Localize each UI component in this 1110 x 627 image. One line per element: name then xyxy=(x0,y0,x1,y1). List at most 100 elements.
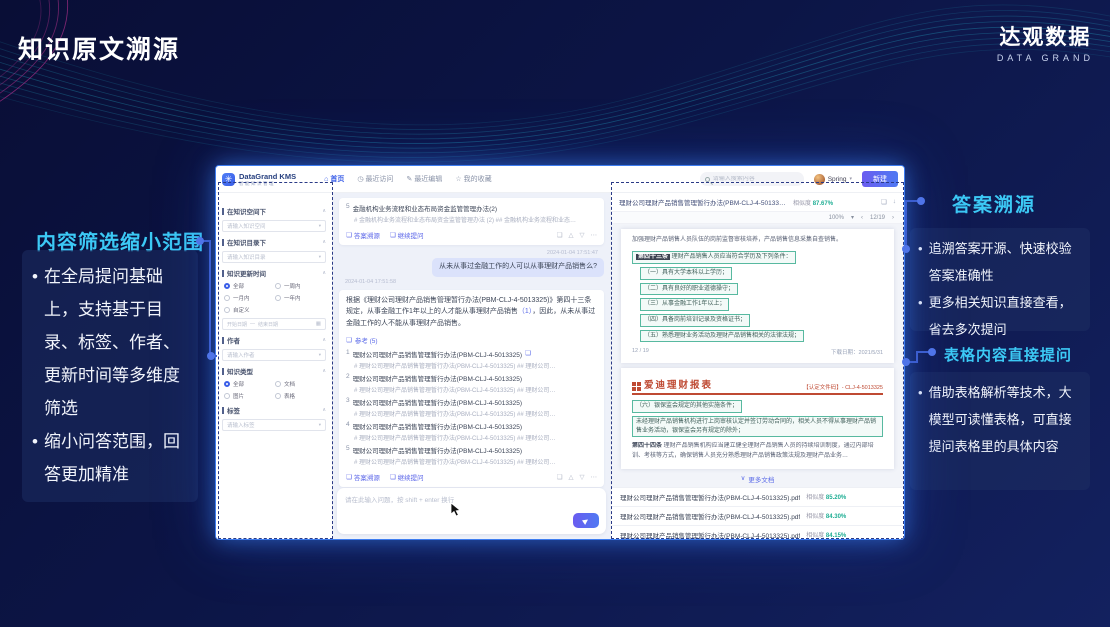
reference-item[interactable]: 2 理财公司理财产品销售管理暂行办法(PBM-CLJ-4-5013325) ❏ … xyxy=(346,373,597,394)
radio-type-all[interactable]: 全部 xyxy=(224,380,275,388)
reference-item[interactable]: 4 理财公司理财产品销售管理暂行办法(PBM-CLJ-4-5013325) ❏ … xyxy=(346,421,597,442)
search-box[interactable] xyxy=(700,172,804,186)
related-document-row[interactable]: 理财公司理财产品销售管理暂行办法(PBM-CLJ-4-5013325).pdf … xyxy=(611,525,904,539)
more-icon[interactable]: ⋯ xyxy=(591,231,598,239)
radio-time-custom[interactable]: 自定义 xyxy=(224,306,275,314)
section-bar xyxy=(222,368,224,375)
nav-recent-visits[interactable]: ◷ 最近访问 xyxy=(357,174,393,184)
radio-time-week[interactable]: 一周内 xyxy=(275,282,326,290)
filter-tag-title: 标签 xyxy=(227,405,240,415)
answer-trace-button[interactable]: ❏ 答案溯源 xyxy=(346,472,380,482)
radio-type-doc[interactable]: 文档 xyxy=(275,380,326,388)
filter-section-space[interactable]: 在知识空间下 ∧ xyxy=(222,206,326,216)
filter-section-catalog[interactable]: 在知识目录下 ∧ xyxy=(222,237,326,247)
calendar-icon: ▦ xyxy=(316,321,321,327)
related-document-row[interactable]: 理财公司理财产品销售管理暂行办法(PBM-CLJ-4-5013325).pdf … xyxy=(611,487,904,506)
document-title[interactable]: 理财公司理财产品销售管理暂行办法(PBM-CLJ-4-5013325).pdf xyxy=(619,197,789,207)
knowledge-space-placeholder: 请输入知识空间 xyxy=(227,222,266,230)
continue-ask-button[interactable]: ❏ 继续提问 xyxy=(390,230,424,240)
continue-icon: ❏ xyxy=(390,473,396,481)
chevron-up-icon: ∧ xyxy=(322,368,326,374)
copy-icon[interactable]: ❏ xyxy=(557,231,563,239)
more-icon[interactable]: ⋯ xyxy=(591,473,598,481)
highlighted-clause-item: （三）从事金融工作1年以上； xyxy=(640,298,729,311)
annotation-panel-answer-trace: • 追溯答案开源、快速校验答案准确性 • 更多相关知识直接查看，省去多次提问 xyxy=(910,228,1090,331)
related-document-row[interactable]: 理财公司理财产品销售管理暂行办法(PBM-CLJ-4-5013325).pdf … xyxy=(611,506,904,525)
zoom-chevron-icon[interactable]: ▾ xyxy=(851,214,854,221)
reference-number: 4 xyxy=(346,421,350,431)
reference-item[interactable]: 5 理财公司理财产品销售管理暂行办法(PBM-CLJ-4-5013325) ❏ … xyxy=(346,445,597,466)
copy-icon[interactable]: ❏ xyxy=(557,473,563,481)
answer-actions: ❏ 答案溯源 ❏ 继续提问 ❏ △ ▽ ⋯ xyxy=(346,472,597,482)
expand-icon[interactable]: ❏ xyxy=(881,198,887,206)
page-indicator: 12/19 xyxy=(870,215,885,221)
filter-section-author[interactable]: 作者 ∧ xyxy=(222,335,326,345)
reference-row[interactable]: 5 金融机构业务流程和业态布局资金监管管理办法(2) xyxy=(346,203,597,213)
bullet-dot: • xyxy=(918,379,923,460)
zoom-level[interactable]: 100% xyxy=(829,215,844,221)
reference-item[interactable]: 1 理财公司理财产品销售管理暂行办法(PBM-CLJ-4-5013325) ❏ … xyxy=(346,349,597,370)
reference-snippet: # 理财公司理财产品销售管理暂行办法(PBM-CLJ-4-5013325) ##… xyxy=(354,457,597,466)
bullet-dot: • xyxy=(918,235,923,289)
annotation-panel-filter: • 在全局提问基础上，支持基于目录、标签、作者、更新时间等多维度筛选 • 缩小问… xyxy=(22,250,198,502)
filter-section-tag[interactable]: 标签 ∧ xyxy=(222,405,326,415)
prev-page-icon[interactable]: ‹ xyxy=(861,215,863,221)
user-menu[interactable]: Spring ▾ xyxy=(814,174,852,185)
chevron-down-icon: ∨ xyxy=(741,474,746,484)
author-select[interactable]: 请输入作者 ▾ xyxy=(222,349,326,361)
citation-link[interactable]: （1） xyxy=(518,308,532,315)
kms-brand-name: DataGrand KMS xyxy=(239,172,296,181)
date-range-input[interactable]: 开始日期 — 结束日期 ▦ xyxy=(222,318,326,330)
radio-time-month[interactable]: 一月内 xyxy=(224,294,275,302)
answer-trace-button[interactable]: ❏ 答案溯源 xyxy=(346,230,380,240)
next-page-icon[interactable]: › xyxy=(892,215,894,221)
radio-type-image[interactable]: 图片 xyxy=(224,392,275,400)
reference-item[interactable]: 3 理财公司理财产品销售管理暂行办法(PBM-CLJ-4-5013325) ❏ … xyxy=(346,397,597,418)
reference-number: 5 xyxy=(346,203,350,213)
chevron-up-icon: ∧ xyxy=(322,270,326,276)
answer-timestamp: 2024-01-04 17:51:58 xyxy=(345,279,598,285)
radio-time-year[interactable]: 一年内 xyxy=(275,294,326,302)
send-button[interactable]: ▶ xyxy=(573,513,599,528)
filter-section-update-time[interactable]: 知识更新时间 ∧ xyxy=(222,268,326,278)
nav-recent-edits[interactable]: ✎ 最近编辑 xyxy=(406,174,442,184)
open-reference-icon[interactable]: ❏ xyxy=(525,349,531,359)
search-input[interactable] xyxy=(713,176,793,182)
edit-icon: ✎ xyxy=(406,175,412,183)
answer-text: 根据《理财公司理财产品销售管理暂行办法(PBM-CLJ-4-5013325)》第… xyxy=(346,295,597,330)
section-bar xyxy=(222,407,224,414)
more-documents-link[interactable]: ∨ 更多文档 xyxy=(611,474,904,484)
letterhead-code: 【认定文件码】- CLJ-4-5013325 xyxy=(803,383,883,391)
document-name: 理财公司理财产品销售管理暂行办法(PBM-CLJ-4-5013325).pdf xyxy=(620,511,800,521)
new-button[interactable]: 新建 xyxy=(862,171,898,187)
radio-type-table[interactable]: 表格 xyxy=(275,392,326,400)
chat-input[interactable]: 请在此输入问题，按 shift + enter 换行 ▶ xyxy=(337,488,606,534)
author-placeholder: 请输入作者 xyxy=(227,351,255,359)
thumbs-up-icon[interactable]: △ xyxy=(569,473,574,481)
trace-icon: ❏ xyxy=(346,473,352,481)
tag-placeholder: 请输入标签 xyxy=(227,421,255,429)
references-label[interactable]: ❏ 参考 (5) xyxy=(346,335,597,345)
bullet-dot: • xyxy=(32,425,38,491)
filter-section-type[interactable]: 知识类型 ∧ xyxy=(222,366,326,376)
annotation-text: 更多相关知识直接查看，省去多次提问 xyxy=(929,289,1084,343)
nav-favorites[interactable]: ☆ 我的收藏 xyxy=(455,174,491,184)
document-name: 理财公司理财产品销售管理暂行办法(PBM-CLJ-4-5013325).pdf xyxy=(620,492,800,502)
send-icon: ▶ xyxy=(581,516,590,526)
thumbs-up-icon[interactable]: △ xyxy=(569,231,574,239)
continue-ask-button[interactable]: ❏ 继续提问 xyxy=(390,472,424,482)
previous-answer-card: 5 金融机构业务流程和业态布局资金监管管理办法(2) # 金融机构业务流程和业态… xyxy=(339,198,604,245)
clause-44-paragraph: 第四十四条 理财产品销售机构应当建立健全理财产品销售人员的持续培训制度，通过内部… xyxy=(632,442,883,461)
download-icon[interactable]: ↓ xyxy=(893,198,896,206)
radio-time-all[interactable]: 全部 xyxy=(224,282,275,290)
nav-home[interactable]: ⌂ 首页 xyxy=(324,174,344,184)
tag-select[interactable]: 请输入标签 ▾ xyxy=(222,419,326,431)
thumbs-down-icon[interactable]: ▽ xyxy=(580,473,585,481)
thumbs-down-icon[interactable]: ▽ xyxy=(580,231,585,239)
knowledge-catalog-select[interactable]: 请输入知识目录 ▾ xyxy=(222,251,326,263)
date-end-placeholder: 结束日期 xyxy=(258,321,278,328)
datagrand-logo: 达观数据 DATA GRAND xyxy=(997,21,1094,63)
question-timestamp: 2024-01-04 17:51:47 xyxy=(345,250,598,256)
knowledge-space-select[interactable]: 请输入知识空间 ▾ xyxy=(222,220,326,232)
filter-space-title: 在知识空间下 xyxy=(227,206,266,216)
